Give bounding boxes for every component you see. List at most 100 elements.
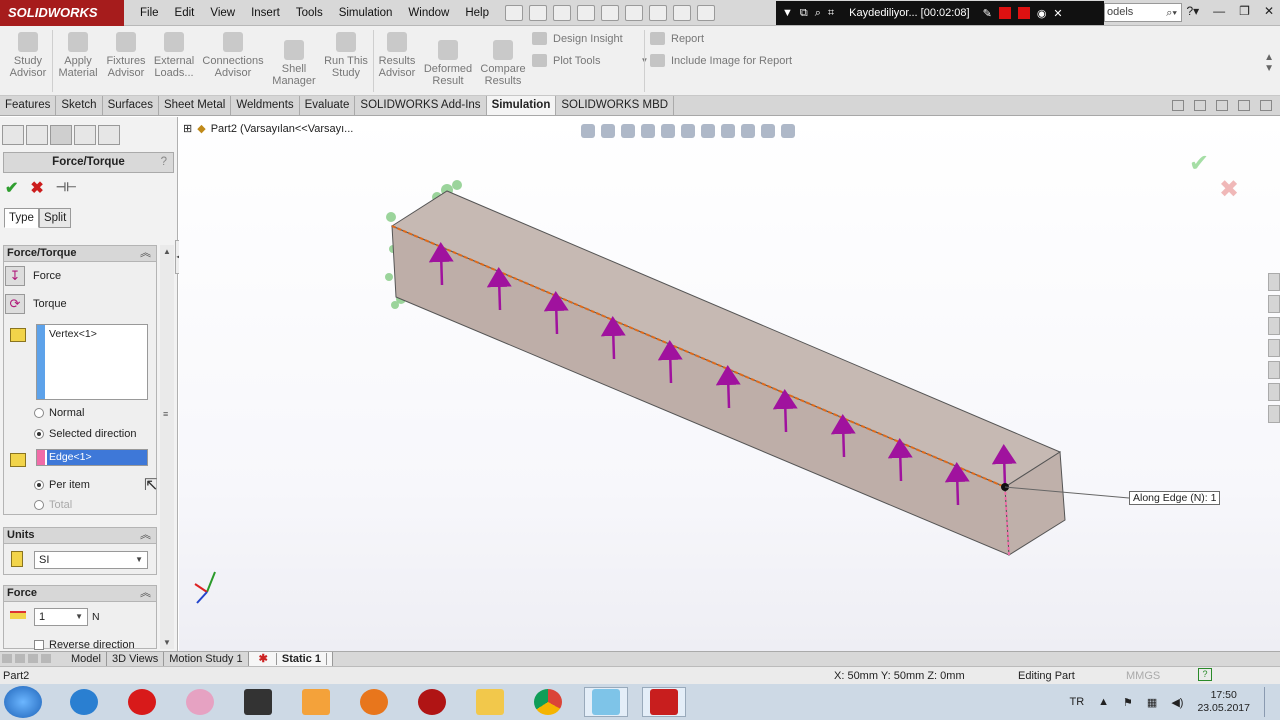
recorder-app[interactable]: [236, 687, 280, 717]
confirm-cancel-icon[interactable]: ✖: [1219, 175, 1239, 204]
design-library-icon[interactable]: [1268, 295, 1280, 313]
tab-sheet-metal[interactable]: Sheet Metal: [159, 96, 232, 115]
normal-radio[interactable]: Normal: [34, 407, 84, 419]
study-advisor-button[interactable]: Study Advisor: [8, 32, 48, 79]
view-settings-icon[interactable]: [781, 124, 795, 138]
pause-icon[interactable]: [998, 7, 1011, 19]
selected-direction-radio[interactable]: Selected direction: [34, 428, 136, 440]
undo-icon[interactable]: [601, 5, 619, 21]
appearances-icon[interactable]: [1268, 361, 1280, 379]
torque-option[interactable]: ⟳ Torque: [5, 294, 67, 314]
menu-help[interactable]: Help: [457, 0, 497, 26]
display-manager-icon[interactable]: [98, 125, 120, 145]
print-icon[interactable]: [577, 5, 595, 21]
chrome-app[interactable]: [526, 687, 570, 717]
zoom-to-fit-icon[interactable]: [581, 124, 595, 138]
media-player-app[interactable]: [294, 687, 338, 717]
tile-icon[interactable]: [1172, 100, 1184, 111]
cancel-button[interactable]: ✖: [30, 178, 43, 198]
per-item-radio[interactable]: Per item: [34, 479, 90, 491]
close-recorder-icon[interactable]: ✕: [1053, 7, 1062, 20]
feature-tree-icon[interactable]: [2, 125, 24, 145]
apply-scene-icon[interactable]: [761, 124, 775, 138]
next-tab-icon[interactable]: [28, 654, 38, 663]
solidworks-resources-icon[interactable]: [1268, 273, 1280, 291]
external-loads-button[interactable]: External Loads...: [152, 32, 196, 79]
collapse-chevron-icon[interactable]: ︽: [140, 528, 151, 543]
zoom-icon[interactable]: ⌕: [815, 7, 821, 20]
game-app[interactable]: [178, 687, 222, 717]
menu-view[interactable]: View: [202, 0, 243, 26]
status-units[interactable]: MMGS: [1126, 670, 1160, 682]
units-group-header[interactable]: Units ︽: [4, 528, 156, 544]
tab-3d-views[interactable]: 3D Views: [107, 652, 165, 666]
window-icon[interactable]: ⧉: [800, 7, 808, 20]
feature-breadcrumb[interactable]: ⊞ ◆ Part2 (Varsayılan<<Varsayı...: [183, 122, 353, 136]
solidworks-app[interactable]: [642, 687, 686, 717]
rebuild-icon[interactable]: [649, 5, 667, 21]
tab-type[interactable]: Type: [4, 208, 39, 228]
results-advisor-button[interactable]: Results Advisor: [376, 32, 418, 79]
volume-icon[interactable]: ◀): [1171, 696, 1183, 709]
tab-split[interactable]: Split: [38, 208, 72, 228]
compare-results-button[interactable]: Compare Results: [478, 40, 528, 87]
view-orientation-icon[interactable]: [681, 124, 695, 138]
force-group-header[interactable]: Force ︽: [4, 586, 156, 602]
camera-icon[interactable]: ◉: [1037, 7, 1047, 20]
firefox-app[interactable]: [352, 687, 396, 717]
pushpin-icon[interactable]: ⊣⊢: [56, 178, 77, 198]
custom-properties-icon[interactable]: [1268, 383, 1280, 401]
tab-static-study[interactable]: ✱ Static 1: [248, 652, 334, 666]
doc-minimize-icon[interactable]: [1216, 100, 1228, 111]
view-palette-icon[interactable]: [1268, 339, 1280, 357]
menu-tools[interactable]: Tools: [288, 0, 331, 26]
pen-icon[interactable]: ✎: [983, 7, 992, 20]
force-value-input[interactable]: 1 ▼: [34, 608, 88, 626]
report-button[interactable]: Report: [650, 32, 704, 45]
help-status-icon[interactable]: ?: [1198, 668, 1212, 681]
opera-app[interactable]: [120, 687, 164, 717]
collapse-chevron-icon[interactable]: ︽: [140, 246, 151, 261]
scroll-down-icon[interactable]: ▼: [163, 638, 171, 647]
help-icon[interactable]: ?: [161, 153, 167, 172]
scroll-up-icon[interactable]: ▲: [163, 247, 171, 256]
language-indicator[interactable]: TR: [1069, 696, 1084, 708]
expand-icon[interactable]: ⊞: [183, 122, 192, 135]
minimize-button[interactable]: —: [1213, 4, 1225, 18]
ccleaner-app[interactable]: [62, 687, 106, 717]
dropdown-icon[interactable]: ▼: [782, 7, 793, 19]
configuration-icon[interactable]: [50, 125, 72, 145]
file-properties-icon[interactable]: [673, 5, 691, 21]
network-icon[interactable]: ▦: [1147, 696, 1157, 709]
force-torque-group-header[interactable]: Force/Torque ︽: [4, 246, 156, 262]
tab-weldments[interactable]: Weldments: [231, 96, 300, 115]
edit-appearance-icon[interactable]: [741, 124, 755, 138]
direction-reference-field[interactable]: Edge<1>: [36, 449, 148, 466]
tab-motion-study[interactable]: Motion Study 1: [164, 652, 249, 666]
stop-icon[interactable]: [1017, 7, 1030, 19]
panel-scrollbar[interactable]: ▲ ≡ ▼: [160, 245, 174, 649]
section-view-icon[interactable]: [641, 124, 655, 138]
open-icon[interactable]: [529, 5, 547, 21]
ribbon-scroll-icon[interactable]: ▲ ▼: [1264, 52, 1274, 74]
run-study-button[interactable]: Run This Study: [322, 32, 370, 79]
doc-close-icon[interactable]: [1260, 100, 1272, 111]
explorer-app[interactable]: [468, 687, 512, 717]
design-insight-button[interactable]: Design Insight: [532, 32, 623, 45]
file-explorer-icon[interactable]: [1268, 317, 1280, 335]
display-style-icon[interactable]: [701, 124, 715, 138]
search-input[interactable]: odels ⌕▾: [1104, 3, 1182, 22]
tab-mbd[interactable]: SOLIDWORKS MBD: [556, 96, 675, 115]
graphics-area[interactable]: ⊞ ◆ Part2 (Varsayılan<<Varsayı... Along …: [179, 117, 1280, 651]
start-button[interactable]: [4, 686, 42, 718]
restore-button[interactable]: ❐: [1239, 4, 1250, 18]
connections-advisor-button[interactable]: Connections Advisor: [201, 32, 265, 79]
menu-simulation[interactable]: Simulation: [331, 0, 401, 26]
apply-material-button[interactable]: Apply Material: [56, 32, 100, 79]
crop-icon[interactable]: ⌗: [828, 7, 834, 20]
dimxpert-icon[interactable]: [74, 125, 96, 145]
menu-file[interactable]: File: [132, 0, 167, 26]
clock[interactable]: 17:50 23.05.2017: [1197, 689, 1250, 715]
tab-evaluate[interactable]: Evaluate: [300, 96, 356, 115]
show-hidden-icon[interactable]: ▲: [1098, 696, 1109, 708]
